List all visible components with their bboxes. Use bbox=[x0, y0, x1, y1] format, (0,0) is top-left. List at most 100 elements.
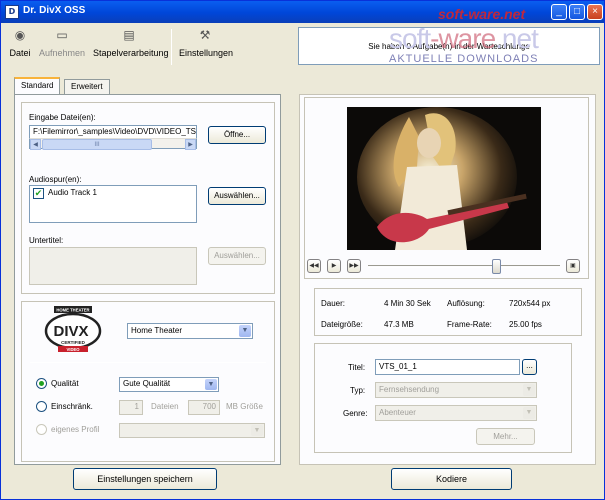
title-label: Titel: bbox=[348, 363, 366, 372]
scroll-left-icon[interactable]: ◀ bbox=[30, 139, 41, 150]
toolbar-batch-button[interactable]: ▤ Stapelverarbeitung bbox=[93, 27, 169, 58]
framerate-label: Frame-Rate: bbox=[447, 320, 492, 329]
more-button[interactable]: Mehr... bbox=[476, 428, 535, 445]
file-info-group: Dauer: 4 Min 30 Sek Auflösung: 720x544 p… bbox=[314, 288, 582, 336]
standard-panel: Eingabe Datei(en): F:\Filemirror\_sample… bbox=[14, 94, 281, 465]
quality-select[interactable]: Gute Qualität ▼ bbox=[119, 377, 219, 392]
audio-tracks-label: Audiospur(en): bbox=[29, 175, 82, 184]
disc-icon: ◉ bbox=[14, 28, 26, 42]
profile-divider bbox=[30, 362, 266, 363]
type-label: Typ: bbox=[350, 386, 366, 395]
chevron-down-icon[interactable]: ▼ bbox=[251, 425, 263, 436]
type-select-value: Fernsehsendung bbox=[379, 385, 440, 394]
seek-bar[interactable] bbox=[368, 265, 560, 268]
fast-forward-button[interactable]: ▶▶ bbox=[347, 259, 361, 273]
video-preview bbox=[347, 107, 541, 250]
scroll-right-icon[interactable]: ▶ bbox=[185, 139, 196, 150]
profile-select[interactable]: Home Theater ▼ bbox=[127, 323, 253, 339]
quality-radio[interactable] bbox=[36, 378, 47, 389]
resolution-label: Auflösung: bbox=[447, 299, 485, 308]
files-count-field[interactable]: 1 bbox=[119, 400, 143, 415]
chevron-down-icon[interactable]: ▼ bbox=[239, 325, 251, 337]
title-browse-button[interactable]: ... bbox=[522, 359, 537, 375]
audio-select-button[interactable]: Auswählen... bbox=[208, 187, 266, 205]
watermark-top: soft-ware.net bbox=[438, 6, 526, 22]
logo-top-text: HOME THEATER bbox=[56, 308, 89, 313]
size-label: MB Größe bbox=[226, 402, 263, 411]
input-files-scrollbar[interactable]: ◀ III ▶ bbox=[29, 138, 197, 150]
chevron-down-icon[interactable]: ▼ bbox=[523, 384, 535, 396]
source-group: Eingabe Datei(en): F:\Filemirror\_sample… bbox=[21, 102, 275, 294]
encode-button[interactable]: Kodiere bbox=[391, 468, 512, 490]
logo-bottom-text: VIDEO bbox=[66, 347, 80, 352]
save-settings-button[interactable]: Einstellungen speichern bbox=[73, 468, 217, 490]
genre-select[interactable]: Abenteuer ▼ bbox=[375, 405, 537, 421]
genre-select-value: Abenteuer bbox=[379, 408, 416, 417]
quality-label[interactable]: Qualität bbox=[51, 379, 79, 388]
toolbar-separator bbox=[171, 29, 172, 65]
audio-track-checkbox[interactable]: ✔ bbox=[33, 188, 44, 199]
toolbar-batch-label: Stapelverarbeitung bbox=[93, 48, 169, 58]
logo-main-text: DIVX bbox=[53, 323, 88, 340]
watermark-logo-c: .net bbox=[495, 23, 539, 54]
profile-select-value: Home Theater bbox=[131, 326, 182, 335]
limit-label[interactable]: Einschränk. bbox=[51, 402, 93, 411]
subtitle-select-button[interactable]: Auswählen... bbox=[208, 247, 266, 265]
wrench-icon: ⚒ bbox=[199, 28, 211, 42]
quality-select-value: Gute Qualität bbox=[123, 379, 171, 388]
divx-certified-logo: HOME THEATER DIVX CERTIFIED VIDEO bbox=[44, 306, 102, 352]
duration-label: Dauer: bbox=[321, 299, 346, 308]
record-icon: ▭ bbox=[56, 28, 68, 42]
framerate-value: 25.00 fps bbox=[509, 320, 542, 329]
limit-radio[interactable] bbox=[36, 401, 47, 412]
watermark-logo-b: -ware bbox=[430, 23, 496, 54]
rewind-button[interactable]: ◀◀ bbox=[307, 259, 321, 273]
own-profile-select[interactable]: ▼ bbox=[119, 423, 265, 438]
profile-group: HOME THEATER DIVX CERTIFIED VIDEO Home T… bbox=[21, 301, 275, 462]
watermark-logo-a: soft bbox=[389, 23, 431, 54]
batch-icon: ▤ bbox=[123, 28, 135, 42]
resolution-value: 720x544 px bbox=[509, 299, 551, 308]
filesize-value: 47.3 MB bbox=[384, 320, 414, 329]
toolbar-settings-label: Einstellungen bbox=[179, 48, 234, 58]
duration-value: 4 Min 30 Sek bbox=[384, 299, 431, 308]
tab-standard[interactable]: Standard bbox=[14, 77, 61, 94]
toolbar-record-label: Aufnehmen bbox=[39, 48, 86, 58]
window-title: Dr. DivX OSS bbox=[23, 5, 86, 16]
divx-app-icon[interactable]: D bbox=[5, 5, 19, 19]
own-profile-label[interactable]: eigenes Profil bbox=[51, 425, 99, 434]
chevron-down-icon[interactable]: ▼ bbox=[205, 379, 217, 390]
metadata-group: Titel: VTS_01_1 ... Typ: Fernsehsendung … bbox=[314, 343, 572, 453]
tab-erweitert[interactable]: Erweitert bbox=[64, 79, 110, 94]
toolbar-file-button[interactable]: ◉ Datei bbox=[7, 27, 33, 58]
snapshot-button[interactable]: ▣ bbox=[566, 259, 580, 273]
open-file-button[interactable]: Öffne... bbox=[208, 126, 266, 144]
toolbar-file-label: Datei bbox=[9, 48, 31, 58]
scroll-thumb[interactable]: III bbox=[42, 139, 152, 150]
own-profile-radio[interactable] bbox=[36, 424, 47, 435]
type-select[interactable]: Fernsehsendung ▼ bbox=[375, 382, 537, 398]
size-mb-field[interactable]: 700 bbox=[188, 400, 220, 415]
input-files-label: Eingabe Datei(en): bbox=[29, 113, 96, 122]
watermark-logo: soft-ware.net bbox=[389, 23, 539, 55]
toolbar-settings-button[interactable]: ⚒ Einstellungen bbox=[179, 27, 234, 58]
audio-track-item[interactable]: Audio Track 1 bbox=[48, 188, 97, 197]
input-files-field[interactable]: F:\Filemirror\_samples\Video\DVD\VIDEO_T… bbox=[29, 125, 197, 138]
subtitle-label: Untertitel: bbox=[29, 236, 64, 245]
genre-label: Genre: bbox=[343, 409, 368, 418]
app-window: D Dr. DivX OSS _ □ × soft-ware.net ◉ Dat… bbox=[0, 0, 605, 500]
chevron-down-icon[interactable]: ▼ bbox=[523, 407, 535, 419]
performer-head bbox=[417, 128, 441, 158]
maximize-button[interactable]: □ bbox=[569, 4, 585, 20]
files-label: Dateien bbox=[151, 402, 179, 411]
minimize-button[interactable]: _ bbox=[551, 4, 567, 20]
watermark-subtitle: AKTUELLE DOWNLOADS bbox=[389, 53, 539, 65]
seek-thumb[interactable] bbox=[492, 259, 502, 274]
close-button[interactable]: × bbox=[587, 4, 603, 20]
audio-tracks-list[interactable]: ✔ Audio Track 1 bbox=[29, 185, 197, 223]
title-field[interactable]: VTS_01_1 bbox=[375, 359, 520, 375]
play-pause-button[interactable]: ▶ bbox=[327, 259, 341, 273]
filesize-label: Dateigröße: bbox=[321, 320, 363, 329]
subtitle-list[interactable] bbox=[29, 247, 197, 285]
toolbar-record-button[interactable]: ▭ Aufnehmen bbox=[39, 27, 85, 58]
